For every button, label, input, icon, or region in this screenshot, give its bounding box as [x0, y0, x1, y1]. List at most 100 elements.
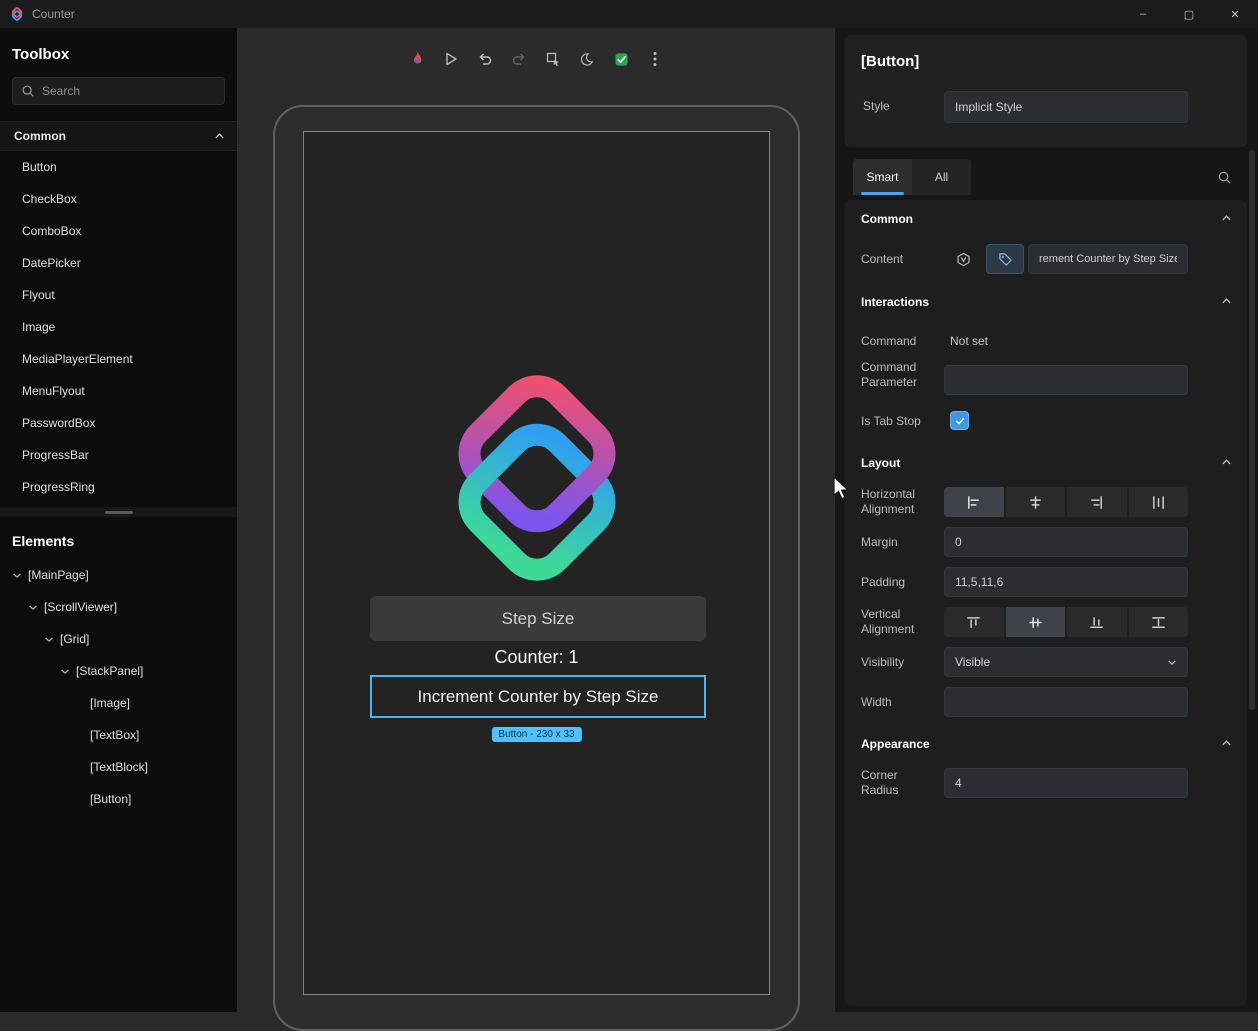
tab-all[interactable]: All — [912, 159, 971, 195]
width-input[interactable] — [944, 687, 1188, 717]
chevron-down-icon — [12, 572, 22, 579]
halign-stretch-button[interactable] — [1128, 487, 1188, 517]
tree-item-image[interactable]: [Image] — [0, 687, 237, 719]
step-size-textbox[interactable]: Step Size — [370, 596, 706, 641]
properties-header-card: [Button] Style — [845, 35, 1247, 147]
halign-left-button[interactable] — [944, 487, 1004, 517]
toolbox-item-progressring[interactable]: ProgressRing — [0, 471, 237, 503]
toolbox-item-menuflyout[interactable]: MenuFlyout — [0, 375, 237, 407]
elements-title: Elements — [12, 533, 75, 549]
corner-radius-input[interactable] — [944, 768, 1188, 798]
toolbox-item-passwordbox[interactable]: PasswordBox — [0, 407, 237, 439]
toolbox-item-button[interactable]: Button — [0, 151, 237, 183]
binding-source-icon[interactable] — [944, 244, 982, 274]
panel-splitter[interactable] — [0, 507, 237, 517]
halign-right-button[interactable] — [1067, 487, 1127, 517]
visibility-select[interactable]: Visible — [944, 647, 1188, 677]
tree-item-textblock[interactable]: [TextBlock] — [0, 751, 237, 783]
tree-item-grid[interactable]: [Grid] — [0, 623, 237, 655]
content-input[interactable] — [1028, 244, 1188, 274]
toolbox-section-common[interactable]: Common — [0, 121, 237, 151]
select-element-icon[interactable] — [542, 48, 564, 70]
chevron-down-icon — [44, 636, 54, 643]
active-tab-underline — [861, 192, 904, 195]
valign-bottom-button[interactable] — [1067, 607, 1127, 637]
command-parameter-label: Command Parameter — [861, 360, 918, 389]
horizontal-alignment-group — [944, 487, 1188, 517]
search-input[interactable] — [42, 84, 216, 98]
more-kebab-icon[interactable] — [644, 48, 666, 70]
literal-tag-icon[interactable] — [986, 244, 1024, 274]
vertical-alignment-group — [944, 607, 1188, 637]
valign-top-button[interactable] — [944, 607, 1004, 637]
design-canvas: Step Size Counter: 1 Increment Counter b… — [237, 28, 835, 1031]
width-label: Width — [861, 695, 892, 709]
chevron-up-icon[interactable] — [1221, 297, 1235, 305]
valign-stretch-button[interactable] — [1128, 607, 1188, 637]
tree-item-label: [ScrollViewer] — [44, 600, 118, 614]
halign-center-button[interactable] — [1005, 487, 1065, 517]
margin-input[interactable] — [944, 527, 1188, 557]
toolbox-item-checkbox[interactable]: CheckBox — [0, 183, 237, 215]
is-tab-stop-checkbox[interactable] — [950, 411, 969, 430]
tab-smart[interactable]: Smart — [853, 159, 912, 195]
tree-item-button[interactable]: [Button] — [0, 783, 237, 815]
command-parameter-input[interactable] — [944, 365, 1188, 395]
minimize-button[interactable]: – — [1120, 0, 1166, 28]
properties-card: Common Content Interactions Command Not … — [845, 200, 1247, 1006]
selection-size-badge: Button - 230 x 33 — [491, 727, 582, 742]
padding-label: Padding — [861, 575, 906, 589]
increment-button[interactable]: Increment Counter by Step Size — [370, 675, 706, 718]
maximize-button[interactable]: ▢ — [1166, 0, 1212, 28]
tab-smart-label: Smart — [866, 170, 899, 184]
tree-item-mainpage[interactable]: [MainPage] — [0, 559, 237, 591]
toolbox-item-datepicker[interactable]: DatePicker — [0, 247, 237, 279]
toolbox-search[interactable] — [12, 77, 225, 105]
canvas-toolbar — [237, 45, 835, 73]
close-button[interactable]: ✕ — [1212, 0, 1258, 28]
tab-all-label: All — [934, 170, 949, 184]
redo-icon[interactable] — [508, 48, 530, 70]
toolbox-item-progressbar[interactable]: ProgressBar — [0, 439, 237, 471]
content-label: Content — [861, 252, 904, 266]
uno-logo-image[interactable] — [427, 368, 647, 588]
toolbox-item-mediaplayerelement[interactable]: MediaPlayerElement — [0, 343, 237, 375]
device-frame: Step Size Counter: 1 Increment Counter b… — [273, 105, 800, 1031]
section-common-title: Common — [861, 212, 913, 226]
corner-radius-label: Corner Radius — [861, 768, 899, 797]
play-icon[interactable] — [440, 48, 462, 70]
is-tab-stop-label: Is Tab Stop — [861, 414, 921, 428]
tree-item-label: [TextBox] — [90, 728, 140, 742]
visibility-label: Visibility — [861, 655, 905, 669]
valign-center-button[interactable] — [1005, 607, 1065, 637]
chevron-up-icon[interactable] — [1221, 739, 1235, 747]
theme-moon-icon[interactable] — [576, 48, 598, 70]
chevron-up-icon[interactable] — [1221, 214, 1235, 222]
counter-textblock[interactable]: Counter: 1 — [304, 647, 769, 668]
tree-item-stackpanel[interactable]: [StackPanel] — [0, 655, 237, 687]
padding-input[interactable] — [944, 567, 1188, 597]
titlebar: Counter – ▢ ✕ — [0, 0, 1258, 28]
scrollbar-thumb[interactable] — [1249, 150, 1255, 710]
visibility-value: Visible — [955, 655, 991, 669]
toolbox-item-flyout[interactable]: Flyout — [0, 279, 237, 311]
tree-item-label: [Image] — [90, 696, 131, 710]
chevron-down-icon — [28, 604, 38, 611]
toolbox-title: Toolbox — [12, 46, 70, 63]
app-logo-icon — [10, 7, 24, 21]
tree-item-textbox[interactable]: [TextBox] — [0, 719, 237, 751]
style-input[interactable] — [944, 91, 1188, 123]
command-label: Command — [861, 334, 917, 348]
tree-item-scrollviewer[interactable]: [ScrollViewer] — [0, 591, 237, 623]
undo-icon[interactable] — [474, 48, 496, 70]
tree-item-label: [StackPanel] — [76, 664, 144, 678]
toolbox-item-image[interactable]: Image — [0, 311, 237, 343]
status-check-icon[interactable] — [610, 48, 632, 70]
chevron-up-icon[interactable] — [1221, 458, 1235, 466]
hot-design-flame-icon[interactable] — [406, 48, 428, 70]
toolbox-panel: Toolbox Common Button CheckBox ComboBox … — [0, 28, 237, 1012]
section-appearance-title: Appearance — [861, 737, 930, 751]
toolbox-item-combobox[interactable]: ComboBox — [0, 215, 237, 247]
chevron-down-icon — [1167, 659, 1177, 666]
properties-search-button[interactable] — [1215, 168, 1233, 186]
